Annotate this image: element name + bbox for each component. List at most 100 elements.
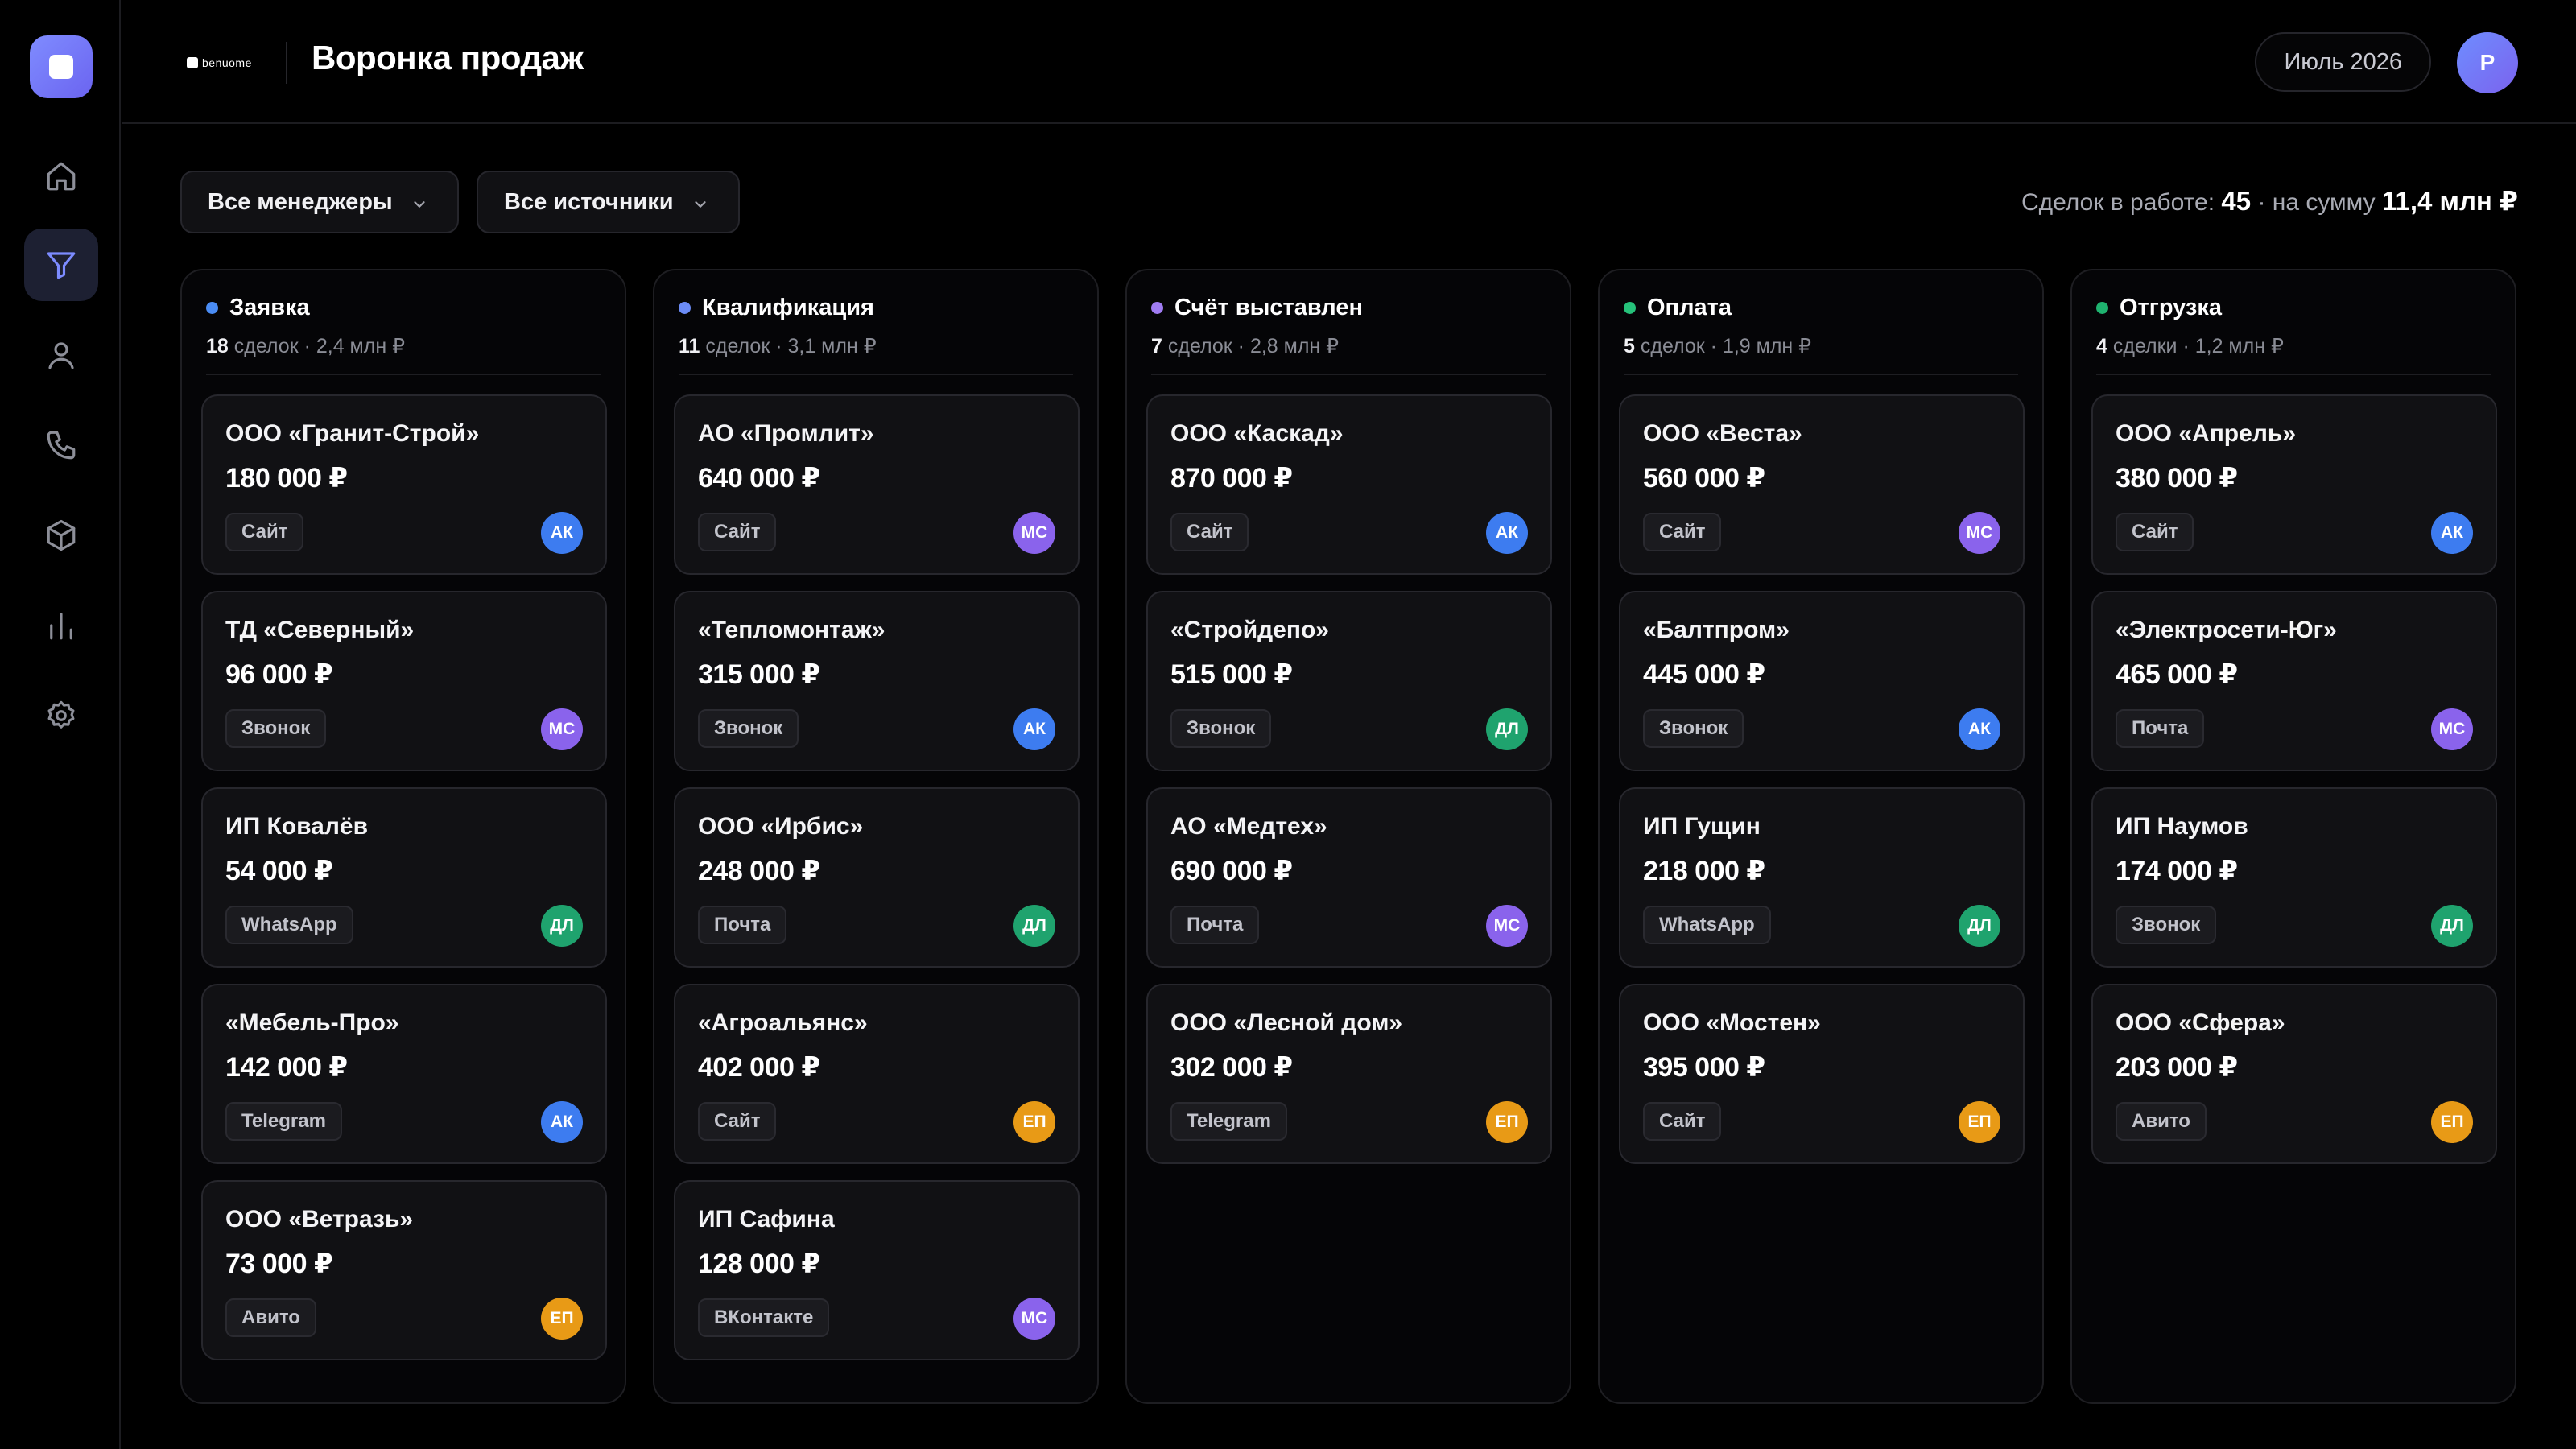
deal-name: ООО «Каскад» xyxy=(1170,420,1344,447)
deal-card[interactable]: «Стройдепо» 515 000 ₽ Звонок ДЛ xyxy=(1146,591,1552,771)
nav-products[interactable] xyxy=(24,499,98,572)
managers-filter[interactable]: Все менеджеры xyxy=(180,171,459,233)
manager-avatar[interactable]: АК xyxy=(2431,512,2473,554)
deal-card[interactable]: ИП Сафина 128 000 ₽ ВКонтакте МС xyxy=(674,1180,1080,1360)
month-selector[interactable]: Июль 2026 xyxy=(2255,32,2431,92)
deal-card[interactable]: АО «Медтех» 690 000 ₽ Почта МС xyxy=(1146,787,1552,968)
deal-card[interactable]: ООО «Лесной дом» 302 000 ₽ Telegram ЕП xyxy=(1146,984,1552,1164)
deal-source-tag: Сайт xyxy=(2116,513,2194,551)
deal-name: ИП Сафина xyxy=(698,1206,835,1232)
deal-source-tag: Звонок xyxy=(2116,906,2217,944)
pipeline-column: Заявка 18 сделок · 2,4 млн ₽ ООО «Гранит-С… xyxy=(180,269,626,1404)
deal-card[interactable]: АО «Промлит» 640 000 ₽ Сайт МС xyxy=(674,394,1080,575)
user-avatar[interactable]: Р xyxy=(2457,32,2518,93)
sources-filter[interactable]: Все источники xyxy=(477,171,740,233)
deal-amount: 380 000 ₽ xyxy=(2116,463,2238,493)
column-meta-text: сделок · 1,9 млн ₽ xyxy=(1640,335,1812,357)
manager-avatar[interactable]: АК xyxy=(1486,512,1528,554)
deal-card[interactable]: «Электросети-Юг» 465 000 ₽ Почта МС xyxy=(2091,591,2497,771)
column-title-row: Отгрузка xyxy=(2096,295,2491,321)
pipeline-column: Отгрузка 4 сделки · 1,2 млн ₽ ООО «Апрель»… xyxy=(2070,269,2516,1404)
deal-card[interactable]: «Балтпром» 445 000 ₽ Звонок АК xyxy=(1619,591,2025,771)
deal-card[interactable]: ООО «Веста» 560 000 ₽ Сайт МС xyxy=(1619,394,2025,575)
deal-name: ТД «Северный» xyxy=(225,617,415,643)
manager-avatar[interactable]: АК xyxy=(541,1101,583,1143)
deal-source-tag: Авито xyxy=(225,1298,316,1337)
manager-avatar[interactable]: МС xyxy=(1013,1298,1055,1340)
manager-avatar[interactable]: ДЛ xyxy=(1013,905,1055,947)
manager-avatar[interactable]: МС xyxy=(1959,512,2000,554)
deal-amount: 174 000 ₽ xyxy=(2116,856,2238,886)
deal-card[interactable]: ТД «Северный» 96 000 ₽ Звонок МС xyxy=(201,591,607,771)
deal-card[interactable]: ООО «Сфера» 203 000 ₽ Авито ЕП xyxy=(2091,984,2497,1164)
column-count: 18 xyxy=(206,335,229,357)
stage-dot xyxy=(679,302,691,314)
manager-avatar[interactable]: ЕП xyxy=(1959,1101,2000,1143)
manager-avatar[interactable]: МС xyxy=(2431,708,2473,750)
home-icon xyxy=(47,162,76,191)
manager-avatar[interactable]: АК xyxy=(541,512,583,554)
manager-avatar[interactable]: МС xyxy=(1486,905,1528,947)
app-logo-icon xyxy=(49,55,73,79)
deal-name: «Стройдепо» xyxy=(1170,617,1329,643)
deal-source-tag: WhatsApp xyxy=(1643,906,1771,944)
column-meta: 11 сделок · 3,1 млн ₽ xyxy=(679,334,1073,358)
manager-avatar[interactable]: ЕП xyxy=(541,1298,583,1340)
deal-source-tag: Звонок xyxy=(1643,709,1744,748)
manager-avatar[interactable]: ДЛ xyxy=(1959,905,2000,947)
deal-source-tag: WhatsApp xyxy=(225,906,353,944)
manager-avatar[interactable]: АК xyxy=(1959,708,2000,750)
column-title: Оплата xyxy=(1647,295,1732,320)
deal-amount: 445 000 ₽ xyxy=(1643,659,1765,690)
deal-source-tag: ВКонтакте xyxy=(698,1298,830,1337)
deal-card[interactable]: «Мебель-Про» 142 000 ₽ Telegram АК xyxy=(201,984,607,1164)
manager-avatar[interactable]: ДЛ xyxy=(1486,708,1528,750)
deal-card[interactable]: ООО «Мостен» 395 000 ₽ Сайт ЕП xyxy=(1619,984,2025,1164)
deal-name: ООО «Сфера» xyxy=(2116,1009,2285,1036)
manager-avatar[interactable]: ДЛ xyxy=(541,905,583,947)
deal-card[interactable]: «Тепломонтаж» 315 000 ₽ Звонок АК xyxy=(674,591,1080,771)
deal-source-tag: Telegram xyxy=(225,1102,342,1141)
nav-contacts[interactable] xyxy=(24,319,98,391)
nav-home[interactable] xyxy=(24,140,98,213)
deal-card[interactable]: ООО «Каскад» 870 000 ₽ Сайт АК xyxy=(1146,394,1552,575)
manager-avatar[interactable]: МС xyxy=(541,708,583,750)
deal-card[interactable]: ООО «Ветразь» 73 000 ₽ Авито ЕП xyxy=(201,1180,607,1360)
deal-source-tag: Почта xyxy=(698,906,787,944)
deal-name: «Тепломонтаж» xyxy=(698,617,886,643)
deal-card[interactable]: ИП Ковалёв 54 000 ₽ WhatsApp ДЛ xyxy=(201,787,607,968)
nav-calls[interactable] xyxy=(24,409,98,481)
column-count: 11 xyxy=(679,335,700,357)
column-meta-text: сделок · 2,8 млн ₽ xyxy=(1167,335,1340,357)
deal-name: ООО «Ветразь» xyxy=(225,1206,414,1232)
deal-card[interactable]: ООО «Ирбис» 248 000 ₽ Почта ДЛ xyxy=(674,787,1080,968)
deal-card[interactable]: «Агроальянс» 402 000 ₽ Сайт ЕП xyxy=(674,984,1080,1164)
summary-total: 11,4 млн ₽ xyxy=(2381,186,2518,216)
deal-name: ООО «Ирбис» xyxy=(698,813,864,840)
manager-avatar[interactable]: ДЛ xyxy=(2431,905,2473,947)
manager-avatar[interactable]: АК xyxy=(1013,708,1055,750)
deal-amount: 465 000 ₽ xyxy=(2116,659,2238,690)
manager-avatar[interactable]: МС xyxy=(1013,512,1055,554)
deal-card[interactable]: ООО «Апрель» 380 000 ₽ Сайт АК xyxy=(2091,394,2497,575)
manager-avatar[interactable]: ЕП xyxy=(1013,1101,1055,1143)
nav-funnel[interactable] xyxy=(24,229,98,301)
nav-analytics[interactable] xyxy=(24,589,98,662)
app-logo[interactable] xyxy=(30,35,93,98)
deal-card[interactable]: ИП Наумов 174 000 ₽ Звонок ДЛ xyxy=(2091,787,2497,968)
column-meta-text: сделки · 1,2 млн ₽ xyxy=(2112,335,2284,357)
deal-source-tag: Telegram xyxy=(1170,1102,1287,1141)
manager-avatar[interactable]: ЕП xyxy=(2431,1101,2473,1143)
manager-avatar[interactable]: ЕП xyxy=(1486,1101,1528,1143)
deal-amount: 640 000 ₽ xyxy=(698,463,820,493)
nav-settings[interactable] xyxy=(24,679,98,752)
deal-source-tag: Сайт xyxy=(1643,513,1722,551)
deal-card[interactable]: ИП Гущин 218 000 ₽ WhatsApp ДЛ xyxy=(1619,787,2025,968)
column-header: Квалификация 11 сделок · 3,1 млн ₽ xyxy=(679,295,1073,375)
deal-amount: 560 000 ₽ xyxy=(1643,463,1765,493)
deal-card[interactable]: ООО «Гранит-Строй» 180 000 ₽ Сайт АК xyxy=(201,394,607,575)
deal-amount: 402 000 ₽ xyxy=(698,1052,820,1083)
column-title-row: Счёт выставлен xyxy=(1151,295,1546,321)
cube-icon xyxy=(47,519,76,551)
deal-source-tag: Сайт xyxy=(698,1102,777,1141)
